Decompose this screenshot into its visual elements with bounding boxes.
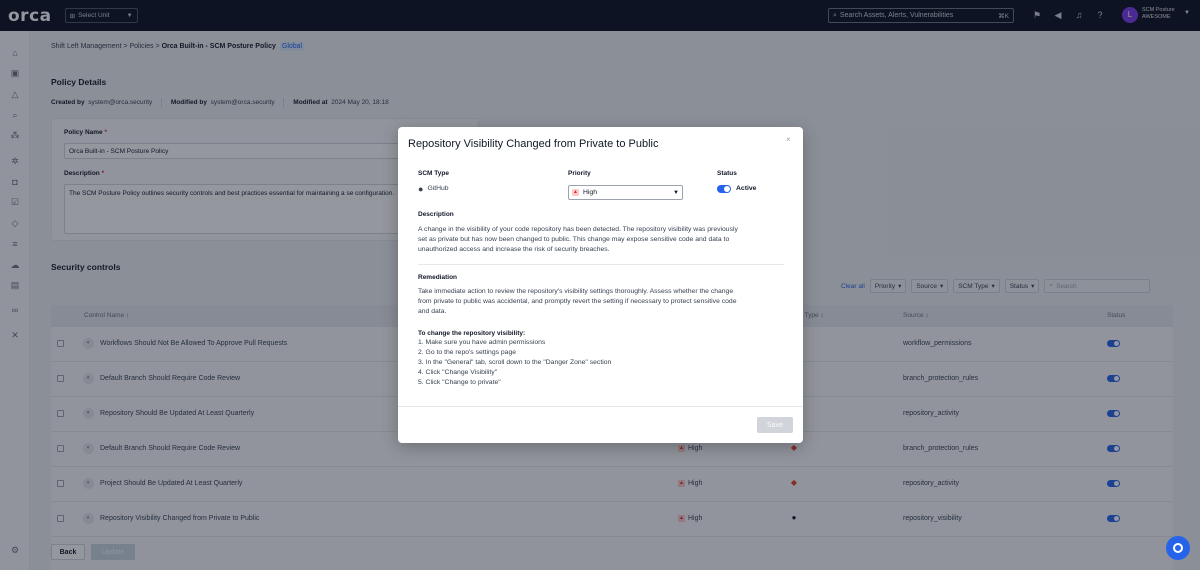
github-icon: ●: [418, 184, 424, 194]
divider: [418, 264, 784, 265]
control-details-modal: Repository Visibility Changed from Priva…: [398, 127, 803, 443]
remediation-text: Take immediate action to review the repo…: [418, 288, 737, 315]
scm-type-label: SCM Type: [418, 170, 449, 177]
remediation-heading: Remediation: [418, 274, 458, 281]
modal-title: Repository Visibility Changed from Priva…: [408, 138, 659, 150]
status-label: Status: [717, 170, 737, 177]
chat-icon: [1173, 543, 1183, 553]
save-button[interactable]: Save: [757, 417, 793, 433]
status-value: Active: [736, 185, 757, 192]
steps-title: To change the repository visibility:: [418, 330, 526, 337]
scm-type-value: ● GitHub: [418, 184, 449, 194]
close-icon[interactable]: ×: [786, 135, 791, 144]
priority-high-icon: ▲: [572, 189, 579, 196]
priority-label: Priority: [568, 170, 591, 177]
chevron-down-icon: ▼: [673, 189, 679, 196]
description-heading: Description: [418, 211, 454, 218]
status-toggle[interactable]: [717, 185, 731, 193]
steps-list: 1. Make sure you have admin permissions …: [418, 339, 612, 386]
description-text: A change in the visibility of your code …: [418, 226, 738, 253]
modal-footer-divider: [398, 406, 803, 407]
chat-support-button[interactable]: [1166, 536, 1190, 560]
priority-select[interactable]: ▲ High ▼: [568, 185, 683, 200]
